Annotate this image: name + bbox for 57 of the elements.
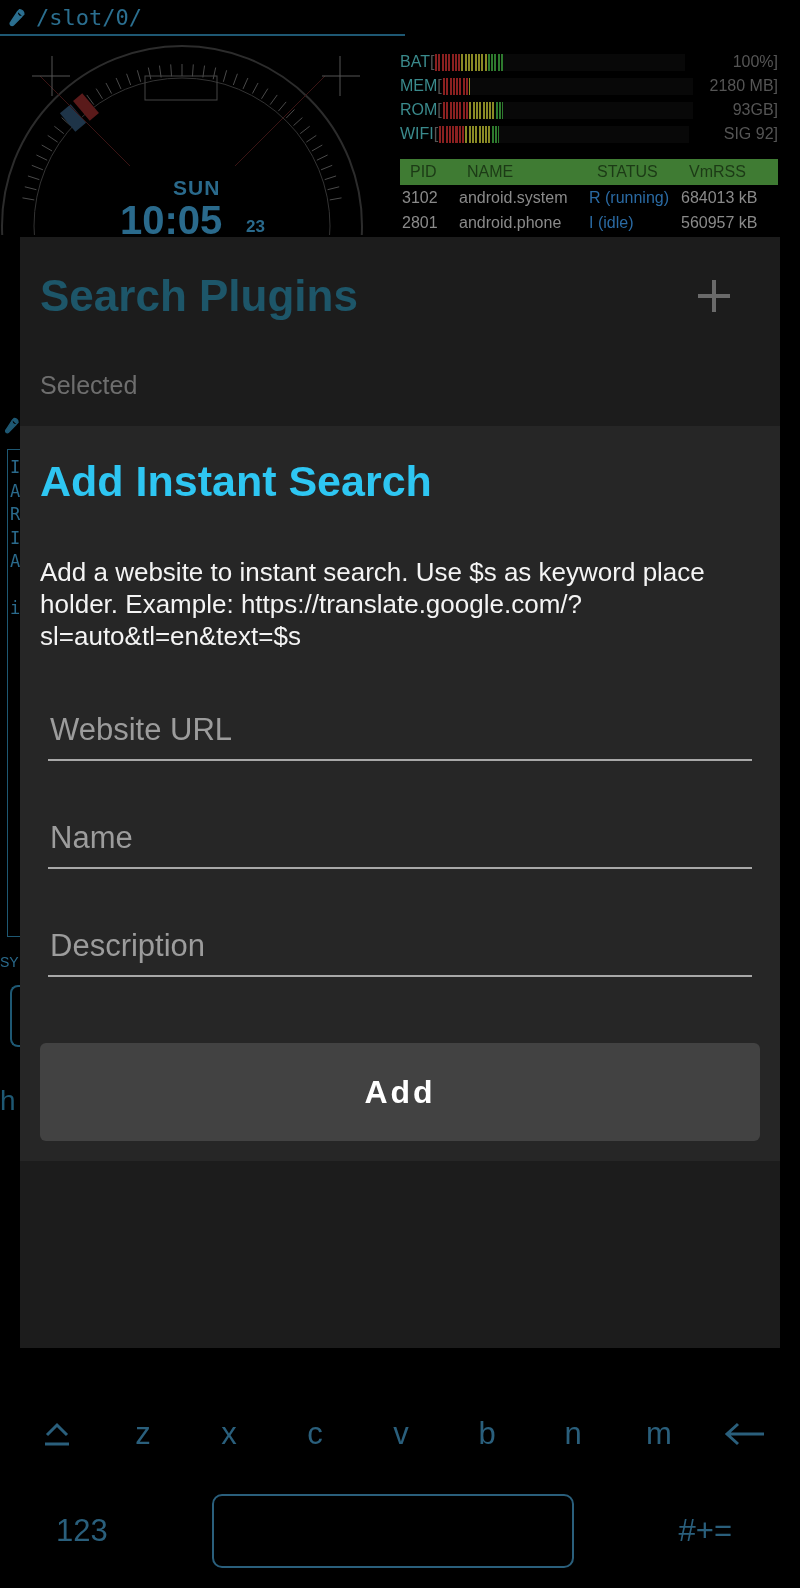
meter-bracket: [ [429,53,435,71]
terminal-line: I [10,456,22,479]
table-cell-text: android.phone [459,213,563,232]
text-field[interactable]: Website URL [48,701,752,761]
clock-seconds: 23 [246,217,265,237]
section-label: SY [0,953,19,972]
meter-reading: 2180 MB] [709,77,778,95]
add-icon[interactable] [696,278,732,314]
meter-reading: 100%] [732,53,778,71]
table-cell-text: android.system [459,188,569,207]
letter-key[interactable]: v [385,1412,417,1456]
shift-icon [43,1421,71,1447]
clock-time: 10:05 [120,200,223,240]
meter-bracket: [ [437,101,442,119]
table-cell-text: R (running) [589,188,671,207]
letter-key[interactable]: x [213,1412,245,1456]
dialog-description: Add a website to instant search. Use $s as keyword place holder. Example: https://translate.google.com/?sl=auto&tl=en&text=$s [40,556,706,652]
mode-key[interactable]: 123 [48,1509,116,1553]
text-field[interactable]: Description [48,917,752,977]
table-cell-text: 560957 kB [681,213,759,232]
text-line: h [0,1085,16,1117]
section-label: Selected [40,371,139,400]
letter-key[interactable]: z [127,1412,159,1456]
letter-key[interactable]: b [470,1412,504,1456]
space-key[interactable] [212,1494,575,1568]
meter-label: MEM [400,77,438,95]
letter-key[interactable]: n [556,1412,590,1456]
text-field[interactable]: Name [48,809,752,869]
add-button[interactable]: Add [40,1043,760,1141]
table-cell-text: I (idle) [589,213,635,232]
table-cell-text: 2801 [402,213,439,232]
meter-reading: SIG 92] [723,125,778,143]
clock-day: SUN [173,176,221,200]
column-header: PID [410,163,438,181]
column-header: VmRSS [689,163,747,181]
terminal-line: I [10,526,22,550]
backspace-icon [724,1421,766,1447]
terminal-line: A [10,479,22,503]
column-header: STATUS [597,163,659,181]
letter-key[interactable]: c [299,1412,331,1456]
mode-key[interactable]: #+= [670,1509,740,1553]
meter-reading: 93GB] [732,101,778,119]
meter-bracket: [ [437,77,442,95]
meter-label: ROM [400,101,438,119]
meter-label: BAT [400,53,430,71]
dialog-title: Add Instant Search [40,457,433,506]
letter-key[interactable]: m [638,1412,680,1456]
table-cell-text: 684013 kB [681,188,759,207]
table-cell-text: 3102 [402,188,439,207]
path-text: /slot/0/ [36,4,142,30]
terminal-line: i [10,596,22,620]
terminal-line: R [10,503,22,526]
column-header: NAME [467,163,515,181]
meter-bracket: [ [433,125,439,143]
meter-label: WIFI [400,125,434,143]
panel-title: Search Plugins [40,271,358,321]
terminal-line: A [10,550,22,573]
